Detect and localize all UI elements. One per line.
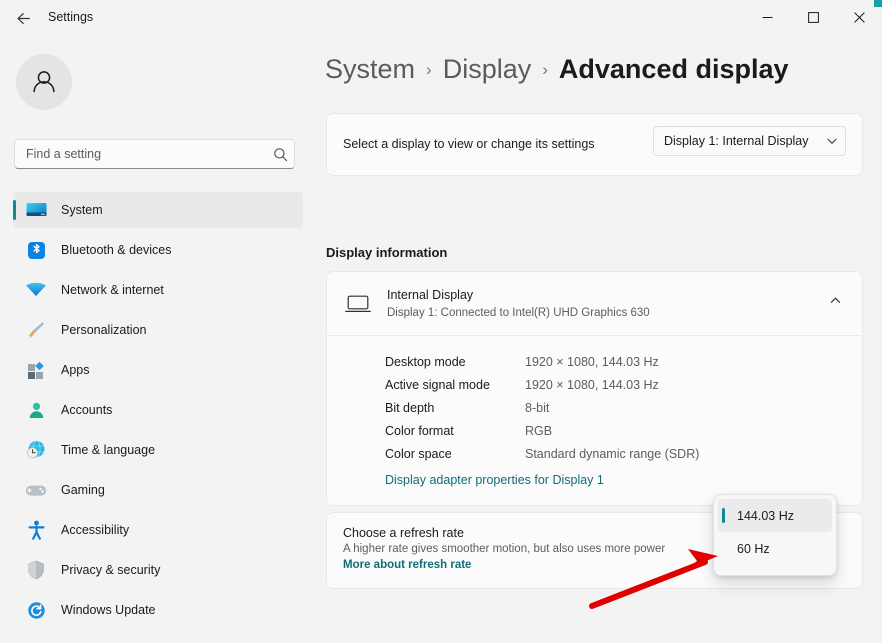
sidebar-item-label: Accessibility [61, 523, 129, 537]
sidebar-item-privacy-security[interactable]: Privacy & security [13, 552, 303, 588]
close-icon [854, 12, 865, 23]
settings-window: Settings [0, 0, 882, 643]
select-display-card: Select a display to view or change its s… [326, 113, 863, 176]
avatar[interactable] [16, 54, 72, 110]
sidebar-item-personalization[interactable]: Personalization [13, 312, 303, 348]
sidebar-item-accessibility[interactable]: Accessibility [13, 512, 303, 548]
bluetooth-icon [23, 239, 49, 261]
spec-key: Color format [385, 424, 525, 438]
option-label: 60 Hz [737, 542, 770, 556]
display-information-heading: Display information [326, 245, 447, 260]
spec-value: 1920 × 1080, 144.03 Hz [525, 355, 659, 369]
spec-key: Active signal mode [385, 378, 525, 392]
monitor-icon [343, 294, 373, 314]
window-controls [744, 0, 882, 34]
breadcrumb-item-system[interactable]: System [325, 54, 415, 85]
breadcrumb-item-display[interactable]: Display [443, 54, 532, 85]
maximize-icon [808, 12, 819, 23]
system-monitor-icon [23, 199, 49, 221]
title-bar: Settings [0, 0, 882, 34]
spec-key: Bit depth [385, 401, 525, 415]
sidebar-item-label: Network & internet [61, 283, 164, 297]
spec-row: Desktop mode 1920 × 1080, 144.03 Hz [327, 350, 862, 373]
refresh-rate-option-144[interactable]: 144.03 Hz [718, 499, 832, 532]
spec-row: Active signal mode 1920 × 1080, 144.03 H… [327, 373, 862, 396]
search-box[interactable] [14, 139, 295, 169]
accessibility-icon [23, 519, 49, 541]
minimize-icon [762, 12, 773, 23]
search-input[interactable] [15, 140, 266, 168]
account-person-icon [23, 399, 49, 421]
spec-row: Bit depth 8-bit [327, 396, 862, 419]
spec-value: RGB [525, 424, 552, 438]
chevron-down-icon [819, 135, 845, 147]
page-title: Advanced display [559, 54, 789, 85]
shield-icon [23, 559, 49, 581]
sidebar-item-windows-update[interactable]: Windows Update [13, 592, 303, 628]
search-icon[interactable] [266, 147, 294, 162]
clock-globe-icon [23, 439, 49, 461]
back-button[interactable] [8, 5, 38, 31]
sidebar-item-label: Apps [61, 363, 90, 377]
sidebar-item-system[interactable]: System [13, 192, 303, 228]
sidebar-item-label: Gaming [61, 483, 105, 497]
chevron-up-icon [829, 294, 842, 312]
sidebar-item-label: Windows Update [61, 603, 156, 617]
sidebar-item-label: Personalization [61, 323, 146, 337]
display-spec-list: Desktop mode 1920 × 1080, 144.03 Hz Acti… [327, 336, 862, 489]
display-selector-dropdown[interactable]: Display 1: Internal Display [653, 126, 846, 156]
paintbrush-icon [23, 319, 49, 341]
wifi-icon [23, 279, 49, 301]
display-device-subtitle: Display 1: Connected to Intel(R) UHD Gra… [387, 305, 650, 321]
sidebar-item-network-internet[interactable]: Network & internet [13, 272, 303, 308]
spec-key: Color space [385, 447, 525, 461]
breadcrumb: System › Display › Advanced display [325, 54, 789, 85]
sidebar-item-apps[interactable]: Apps [13, 352, 303, 388]
spec-value: 1920 × 1080, 144.03 Hz [525, 378, 659, 392]
refresh-rate-option-60[interactable]: 60 Hz [718, 532, 832, 565]
spec-key: Desktop mode [385, 355, 525, 369]
minimize-button[interactable] [744, 0, 790, 34]
display-device-text: Internal Display Display 1: Connected to… [387, 287, 650, 321]
display-selector-value: Display 1: Internal Display [654, 134, 819, 148]
display-device-header[interactable]: Internal Display Display 1: Connected to… [327, 272, 862, 336]
spec-value: Standard dynamic range (SDR) [525, 447, 699, 461]
sidebar-nav: System Bluetooth & devices [13, 192, 303, 632]
sidebar: System Bluetooth & devices [0, 34, 320, 643]
sidebar-item-time-language[interactable]: Time & language [13, 432, 303, 468]
window-title: Settings [48, 0, 93, 34]
option-label: 144.03 Hz [737, 509, 794, 523]
sidebar-item-bluetooth-devices[interactable]: Bluetooth & devices [13, 232, 303, 268]
back-arrow-icon [15, 10, 32, 27]
more-about-refresh-rate-link[interactable]: More about refresh rate [343, 559, 471, 571]
spec-value: 8-bit [525, 401, 549, 415]
select-display-label: Select a display to view or change its s… [343, 136, 608, 153]
display-device-name: Internal Display [387, 287, 650, 304]
person-avatar-icon [27, 65, 61, 99]
sidebar-item-label: Bluetooth & devices [61, 243, 172, 257]
display-adapter-properties-link[interactable]: Display adapter properties for Display 1 [385, 473, 604, 487]
spec-row: Color space Standard dynamic range (SDR) [327, 442, 862, 465]
spec-row: Color format RGB [327, 419, 862, 442]
sidebar-item-accounts[interactable]: Accounts [13, 392, 303, 428]
breadcrumb-separator: › [426, 60, 432, 80]
sidebar-item-label: System [61, 203, 103, 217]
apps-grid-icon [23, 359, 49, 381]
update-refresh-icon [23, 599, 49, 621]
collapse-expand-button[interactable] [820, 288, 850, 318]
sidebar-item-label: Privacy & security [61, 563, 160, 577]
corner-window-edge-artifact [874, 0, 882, 7]
breadcrumb-separator: › [542, 60, 548, 80]
display-information-card: Internal Display Display 1: Connected to… [326, 271, 863, 506]
sidebar-item-label: Accounts [61, 403, 112, 417]
sidebar-item-label: Time & language [61, 443, 155, 457]
maximize-button[interactable] [790, 0, 836, 34]
sidebar-item-gaming[interactable]: Gaming [13, 472, 303, 508]
refresh-rate-dropdown-flyout: 144.03 Hz 60 Hz [713, 494, 837, 576]
gamepad-icon [23, 479, 49, 501]
